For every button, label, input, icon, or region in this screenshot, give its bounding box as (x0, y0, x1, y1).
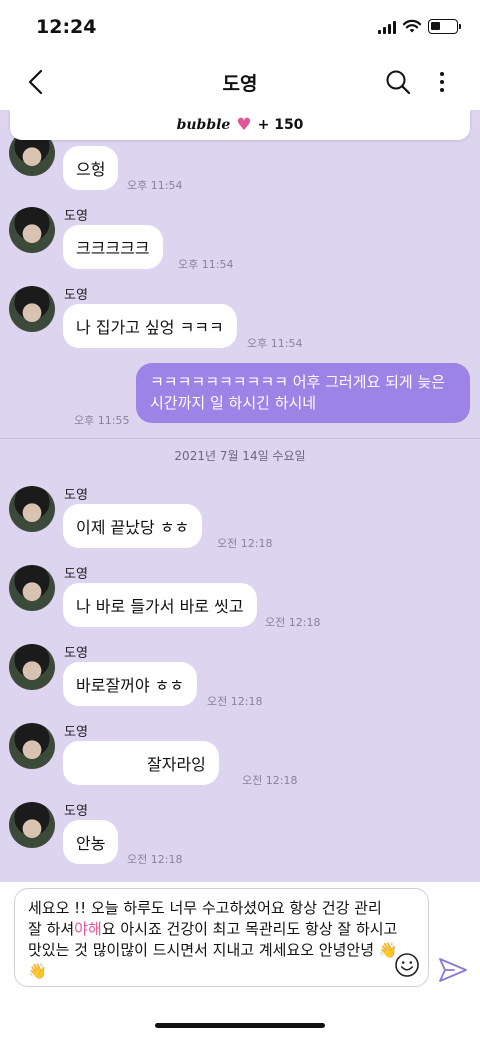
home-indicator[interactable] (155, 1023, 325, 1028)
date-separator: 2021년 7월 14일 수요일 (174, 449, 306, 463)
more-options-icon[interactable] (432, 68, 452, 96)
bubble-points: + 150 (257, 117, 304, 133)
avatar[interactable] (9, 565, 55, 611)
status-time: 12:24 (36, 16, 97, 38)
message-time: 오전 12:18 (127, 853, 183, 866)
heart-icon: ♥ (236, 115, 252, 135)
message-time: 오후 11:54 (247, 337, 303, 350)
message-bubble: 나 바로 들가서 바로 씻고 (63, 583, 257, 627)
message-input-text[interactable]: 세요오 !! 오늘 하루도 너무 수고하셨어요 항상 건강 관리 잘 하셔야해요… (28, 898, 398, 982)
avatar[interactable] (9, 486, 55, 532)
wifi-icon (402, 19, 422, 33)
avatar[interactable] (9, 802, 55, 848)
message-time: 오전 12:18 (217, 537, 273, 550)
avatar[interactable] (9, 207, 55, 253)
message-bubble: 안농 (63, 820, 119, 864)
message-bubble: 나 집가고 싶엉 ㅋㅋㅋ (63, 304, 237, 348)
message-time: 오전 12:18 (242, 774, 298, 787)
send-button[interactable] (438, 956, 468, 984)
sender-name: 도영 (64, 646, 88, 661)
sender-name: 도영 (64, 567, 88, 582)
sender-name: 도영 (64, 209, 88, 224)
message-time: 오전 12:18 (207, 695, 263, 708)
message-bubble: 바로잘꺼야 ㅎㅎ (63, 662, 198, 706)
message-time: 오후 11:55 (74, 414, 130, 427)
battery-icon (428, 19, 461, 34)
status-bar: 12:24 (0, 0, 480, 56)
avatar[interactable] (9, 286, 55, 332)
bubble-points-banner: bubble ♥ + 150 (10, 110, 470, 140)
message-bubble: 이제 끝났당 ㅎㅎ (63, 504, 203, 548)
message-bubble: 크크크크크 (63, 225, 163, 269)
avatar[interactable] (9, 723, 55, 769)
sender-name: 도영 (64, 725, 88, 740)
status-icons (378, 19, 461, 34)
search-icon[interactable] (384, 68, 412, 96)
sender-name: 도영 (64, 488, 88, 503)
sender-name: 도영 (64, 288, 88, 303)
composer: 세요오 !! 오늘 하루도 너무 수고하셨어요 항상 건강 관리 잘 하셔야해요… (0, 882, 480, 1039)
message-time: 오후 11:54 (178, 258, 234, 271)
message-input[interactable]: 세요오 !! 오늘 하루도 너무 수고하셨어요 항상 건강 관리 잘 하셔야해요… (14, 888, 429, 987)
signal-icon (378, 20, 396, 34)
message-bubble-outgoing: ㅋㅋㅋㅋㅋㅋㅋㅋㅋㅋ 어후 그러게요 되게 늦은 시간까지 일 하시긴 하시네 (136, 363, 470, 423)
emoji-icon[interactable] (394, 952, 420, 978)
divider (0, 438, 480, 439)
input-text-highlight: 야해 (74, 920, 102, 938)
message-bubble: 잘자라잉 (63, 741, 219, 785)
sender-name: 도영 (64, 804, 88, 819)
chat-area[interactable]: bubble ♥ + 150 으헝 오후 11:54 도영 크크크크크 오후 1… (0, 110, 480, 882)
message-bubble: 으헝 (63, 146, 119, 190)
message-time: 오전 12:18 (265, 616, 321, 629)
message-time: 오후 11:54 (127, 179, 183, 192)
avatar[interactable] (9, 644, 55, 690)
bubble-brand: bubble (176, 117, 231, 133)
chat-header: 도영 (0, 56, 480, 110)
